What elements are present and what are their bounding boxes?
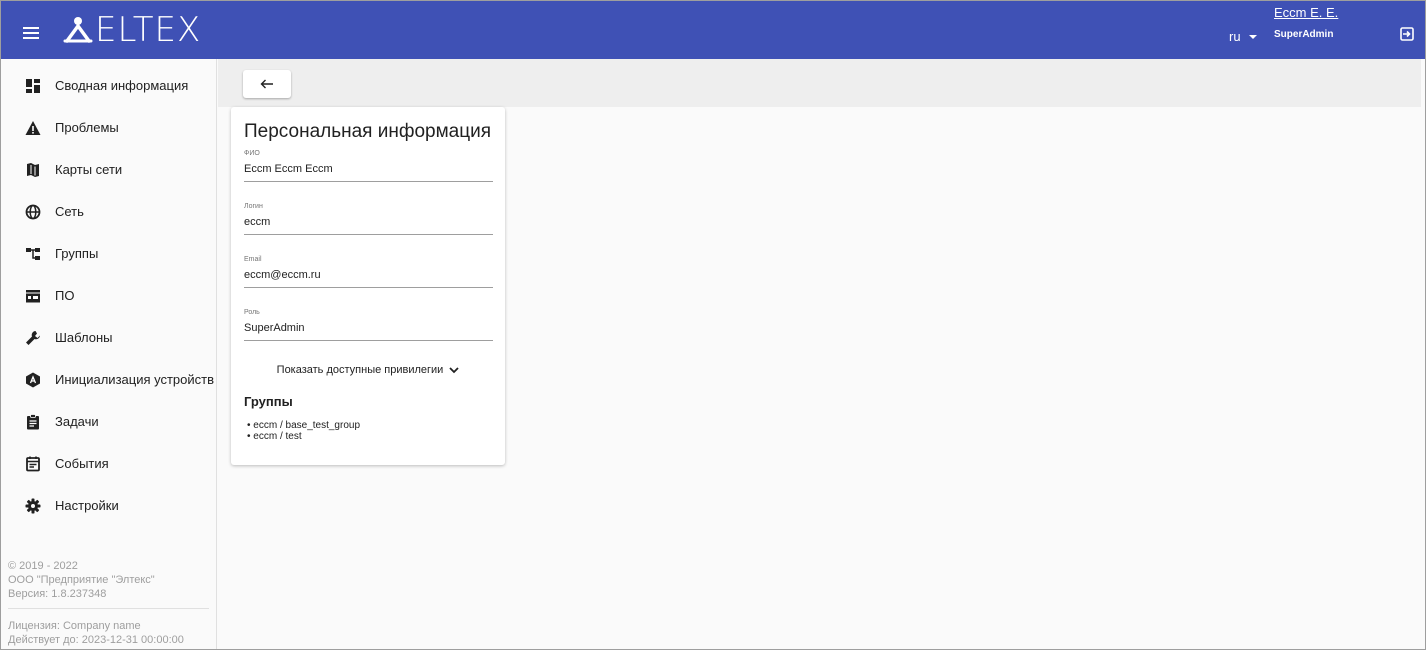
- footer-company: ООО "Предприятие "Элтекс": [8, 574, 155, 586]
- field-label: Роль: [244, 309, 260, 316]
- show-privileges-button[interactable]: Показать доступные привилегии: [231, 364, 505, 376]
- sidebar-item-events[interactable]: События: [1, 443, 216, 485]
- sidebar-item-problems[interactable]: Проблемы: [1, 107, 216, 149]
- field-label: Email: [244, 256, 262, 263]
- footer-version: Версия: 1.8.237348: [8, 588, 107, 600]
- full-name-value: Eccm Eccm Eccm: [244, 162, 493, 182]
- menu-icon[interactable]: [23, 27, 39, 39]
- sidebar-item-groups[interactable]: Группы: [1, 233, 216, 275]
- dashboard-icon: [26, 79, 40, 93]
- logo-text: ELTEX: [95, 10, 202, 50]
- clipboard-icon: [27, 414, 39, 430]
- caret-down-icon: [1248, 34, 1257, 39]
- gear-icon: [25, 498, 41, 514]
- footer-valid-until: Действует до: 2023-12-31 00:00:00: [8, 634, 184, 646]
- sidebar-item-label: Группы: [55, 246, 99, 261]
- user-name-link[interactable]: Eccm E. E.: [1274, 5, 1338, 21]
- arrow-left-icon: [260, 79, 273, 89]
- map-icon: [27, 163, 39, 177]
- eltex-logo[interactable]: ELTEX: [63, 10, 202, 50]
- list-item: eccm / test: [247, 431, 360, 442]
- sidebar-item-label: Шаблоны: [55, 330, 113, 345]
- sidebar-item-templates[interactable]: Шаблоны: [1, 317, 216, 359]
- login-field: Логин eccm: [244, 202, 493, 235]
- sidebar-item-label: Карты сети: [55, 162, 123, 177]
- page-title: Персональная информация: [244, 121, 492, 142]
- logout-icon[interactable]: [1400, 27, 1414, 41]
- role-value: SuperAdmin: [244, 321, 493, 341]
- footer-copyright: © 2019 - 2022: [8, 560, 78, 572]
- field-label: ФИО: [244, 150, 260, 157]
- email-field: Email eccm@eccm.ru: [244, 255, 493, 288]
- user-menu: Eccm E. E. SuperAdmin: [1274, 5, 1338, 41]
- sidebar-item-device-init[interactable]: Инициализация устройств: [1, 359, 216, 401]
- content-toolbar: [218, 59, 1421, 107]
- email-value: eccm@eccm.ru: [244, 268, 493, 288]
- sidebar-item-label: Сеть: [55, 204, 84, 219]
- sidebar-item-tasks[interactable]: Задачи: [1, 401, 216, 443]
- sidebar-item-label: Проблемы: [55, 120, 119, 135]
- language-value: ru: [1229, 29, 1241, 44]
- sidebar-item-label: Настройки: [55, 498, 119, 513]
- full-name-field: ФИО Eccm Eccm Eccm: [244, 149, 493, 182]
- groups-list: eccm / base_test_group eccm / test: [247, 420, 360, 442]
- sidebar-item-label: Инициализация устройств: [55, 372, 215, 387]
- groups-tree-icon: [26, 248, 40, 260]
- sidebar-item-label: События: [55, 456, 109, 471]
- sidebar-item-network[interactable]: Сеть: [1, 191, 216, 233]
- groups-title: Группы: [244, 394, 293, 409]
- user-role: SuperAdmin: [1274, 29, 1334, 40]
- device-init-icon: [26, 372, 40, 388]
- warning-icon: [25, 121, 41, 135]
- globe-icon: [25, 204, 41, 220]
- sidebar-item-label: Задачи: [55, 414, 99, 429]
- wrench-icon: [26, 331, 40, 345]
- sidebar-item-network-maps[interactable]: Карты сети: [1, 149, 216, 191]
- eltex-logo-mark-icon: [63, 17, 93, 43]
- top-bar: ELTEX ru Eccm E. E. SuperAdmin: [1, 1, 1425, 59]
- sidebar-item-summary[interactable]: Сводная информация: [1, 65, 216, 107]
- sidebar-item-settings[interactable]: Настройки: [1, 485, 216, 527]
- role-field: Роль SuperAdmin: [244, 308, 493, 341]
- events-icon: [26, 456, 40, 472]
- personal-info-card: Персональная информация ФИО Eccm Eccm Ec…: [231, 107, 505, 465]
- show-privileges-label: Показать доступные привилегии: [276, 364, 444, 376]
- list-item: eccm / base_test_group: [247, 420, 360, 431]
- sidebar-item-label: Сводная информация: [55, 78, 189, 93]
- chevron-down-icon: [449, 366, 459, 373]
- footer-divider: [8, 608, 209, 609]
- field-label: Логин: [244, 203, 263, 210]
- language-select[interactable]: ru: [1229, 29, 1257, 44]
- sidebar-item-software[interactable]: ПО: [1, 275, 216, 317]
- sidebar: Сводная информация Проблемы Карты сети С…: [1, 59, 217, 649]
- software-icon: [26, 290, 40, 303]
- back-button[interactable]: [243, 70, 291, 98]
- login-value: eccm: [244, 215, 493, 235]
- footer-license: Лицензия: Company name: [8, 620, 141, 632]
- sidebar-item-label: ПО: [55, 288, 75, 303]
- app-window: ELTEX ru Eccm E. E. SuperAdmin Сводная и…: [0, 0, 1426, 650]
